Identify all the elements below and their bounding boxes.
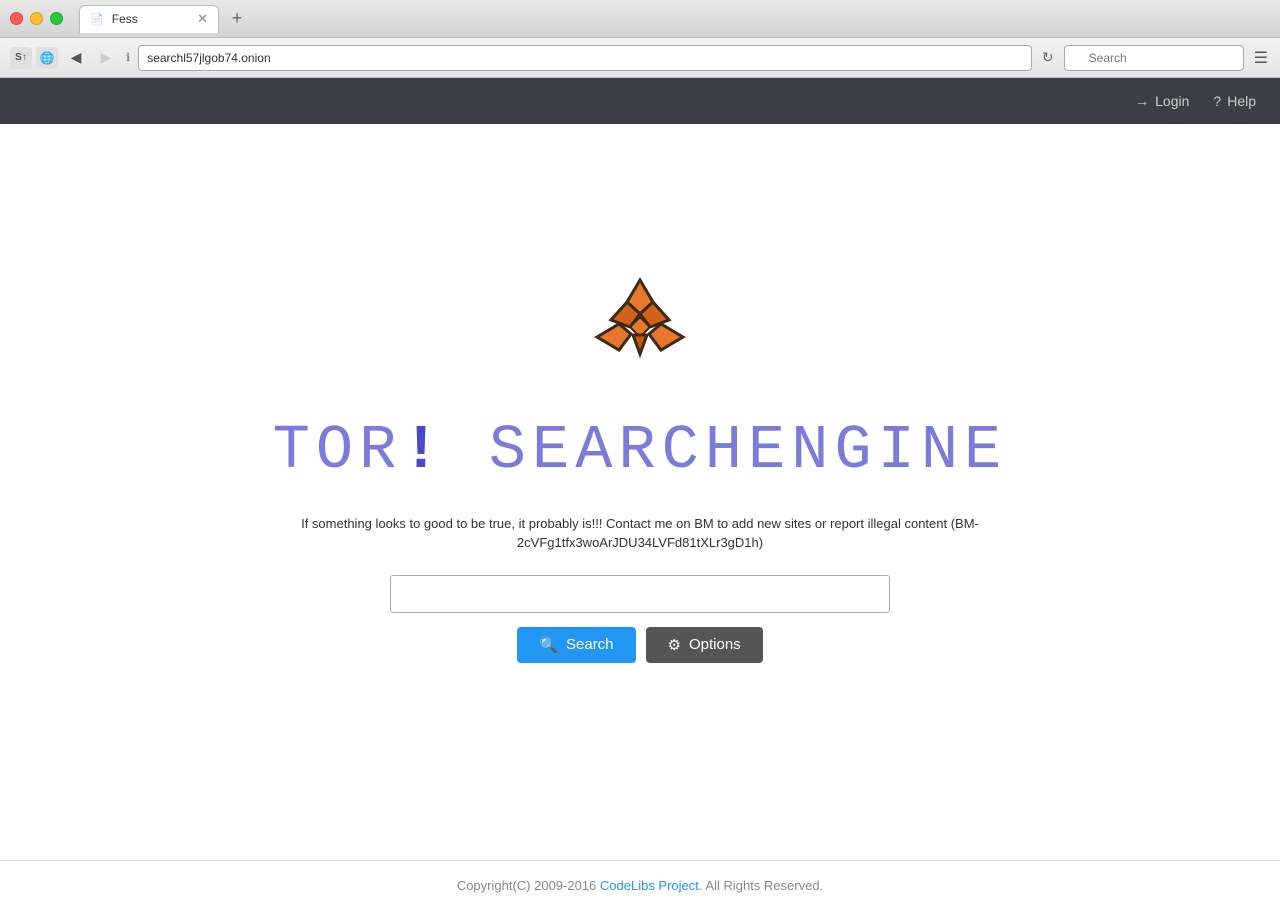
app-navbar: → Login ? Help: [0, 78, 1280, 124]
active-tab[interactable]: 📄 Fess ✕: [79, 5, 219, 33]
browser-toolbar: S↑ 🌐 ◀ ▶ ℹ ↻ 🔍 ☰: [0, 38, 1280, 78]
help-link[interactable]: ? Help: [1213, 93, 1256, 109]
fullscreen-button[interactable]: [50, 12, 63, 25]
search-form: 🔍 Search ⚙ Options: [390, 575, 890, 663]
title-exclaim: !: [402, 415, 445, 486]
close-button[interactable]: [10, 12, 23, 25]
site-title: Tor! SearchEngine: [273, 415, 1008, 486]
extension-2[interactable]: 🌐: [36, 47, 58, 69]
site-logo: [575, 262, 705, 392]
os-titlebar: 📄 Fess ✕ +: [0, 0, 1280, 38]
traffic-lights: [10, 12, 63, 25]
info-text: If something looks to good to be true, i…: [260, 514, 1020, 553]
footer-text: Copyright(C) 2009-2016 CodeLibs Project.…: [457, 878, 823, 893]
tab-icon: 📄: [90, 13, 104, 26]
footer: Copyright(C) 2009-2016 CodeLibs Project.…: [0, 860, 1280, 910]
gear-icon: ⚙: [668, 636, 681, 654]
copyright-prefix: Copyright(C) 2009-2016: [457, 878, 600, 893]
main-content: Tor! SearchEngine If something looks to …: [0, 124, 1280, 860]
forward-button[interactable]: ▶: [94, 46, 118, 70]
login-icon: →: [1135, 93, 1149, 109]
logo-wrap: [575, 262, 705, 397]
minimize-button[interactable]: [30, 12, 43, 25]
browser-search-input[interactable]: [1064, 45, 1244, 71]
tab-bar: 📄 Fess ✕ +: [79, 5, 1270, 33]
new-tab-button[interactable]: +: [223, 5, 251, 33]
search-button[interactable]: 🔍 Search: [517, 627, 635, 663]
info-icon: ℹ: [126, 51, 130, 64]
options-button[interactable]: ⚙ Options: [646, 627, 763, 663]
extension-icons: S↑ 🌐: [10, 47, 58, 69]
project-link[interactable]: CodeLibs Project: [600, 878, 699, 893]
copyright-suffix: . All Rights Reserved.: [699, 878, 823, 893]
login-label: Login: [1155, 93, 1189, 109]
search-button-label: Search: [566, 636, 614, 653]
extension-1[interactable]: S↑: [10, 47, 32, 69]
search-icon: 🔍: [539, 636, 558, 654]
back-button[interactable]: ◀: [64, 46, 88, 70]
help-icon: ?: [1213, 93, 1221, 109]
help-label: Help: [1227, 93, 1256, 109]
search-input[interactable]: [390, 575, 890, 613]
reload-button[interactable]: ↻: [1038, 49, 1058, 66]
title-searchengine: SearchEngine: [489, 415, 1007, 486]
button-row: 🔍 Search ⚙ Options: [517, 627, 762, 663]
options-button-label: Options: [689, 636, 741, 653]
menu-button[interactable]: ☰: [1250, 48, 1272, 68]
login-link[interactable]: → Login: [1135, 93, 1189, 109]
tab-close-icon[interactable]: ✕: [197, 11, 208, 27]
address-bar[interactable]: [138, 45, 1032, 71]
browser-search-wrap: 🔍: [1064, 45, 1244, 71]
tab-title: Fess: [112, 12, 138, 26]
title-tor: Tor: [273, 415, 403, 486]
